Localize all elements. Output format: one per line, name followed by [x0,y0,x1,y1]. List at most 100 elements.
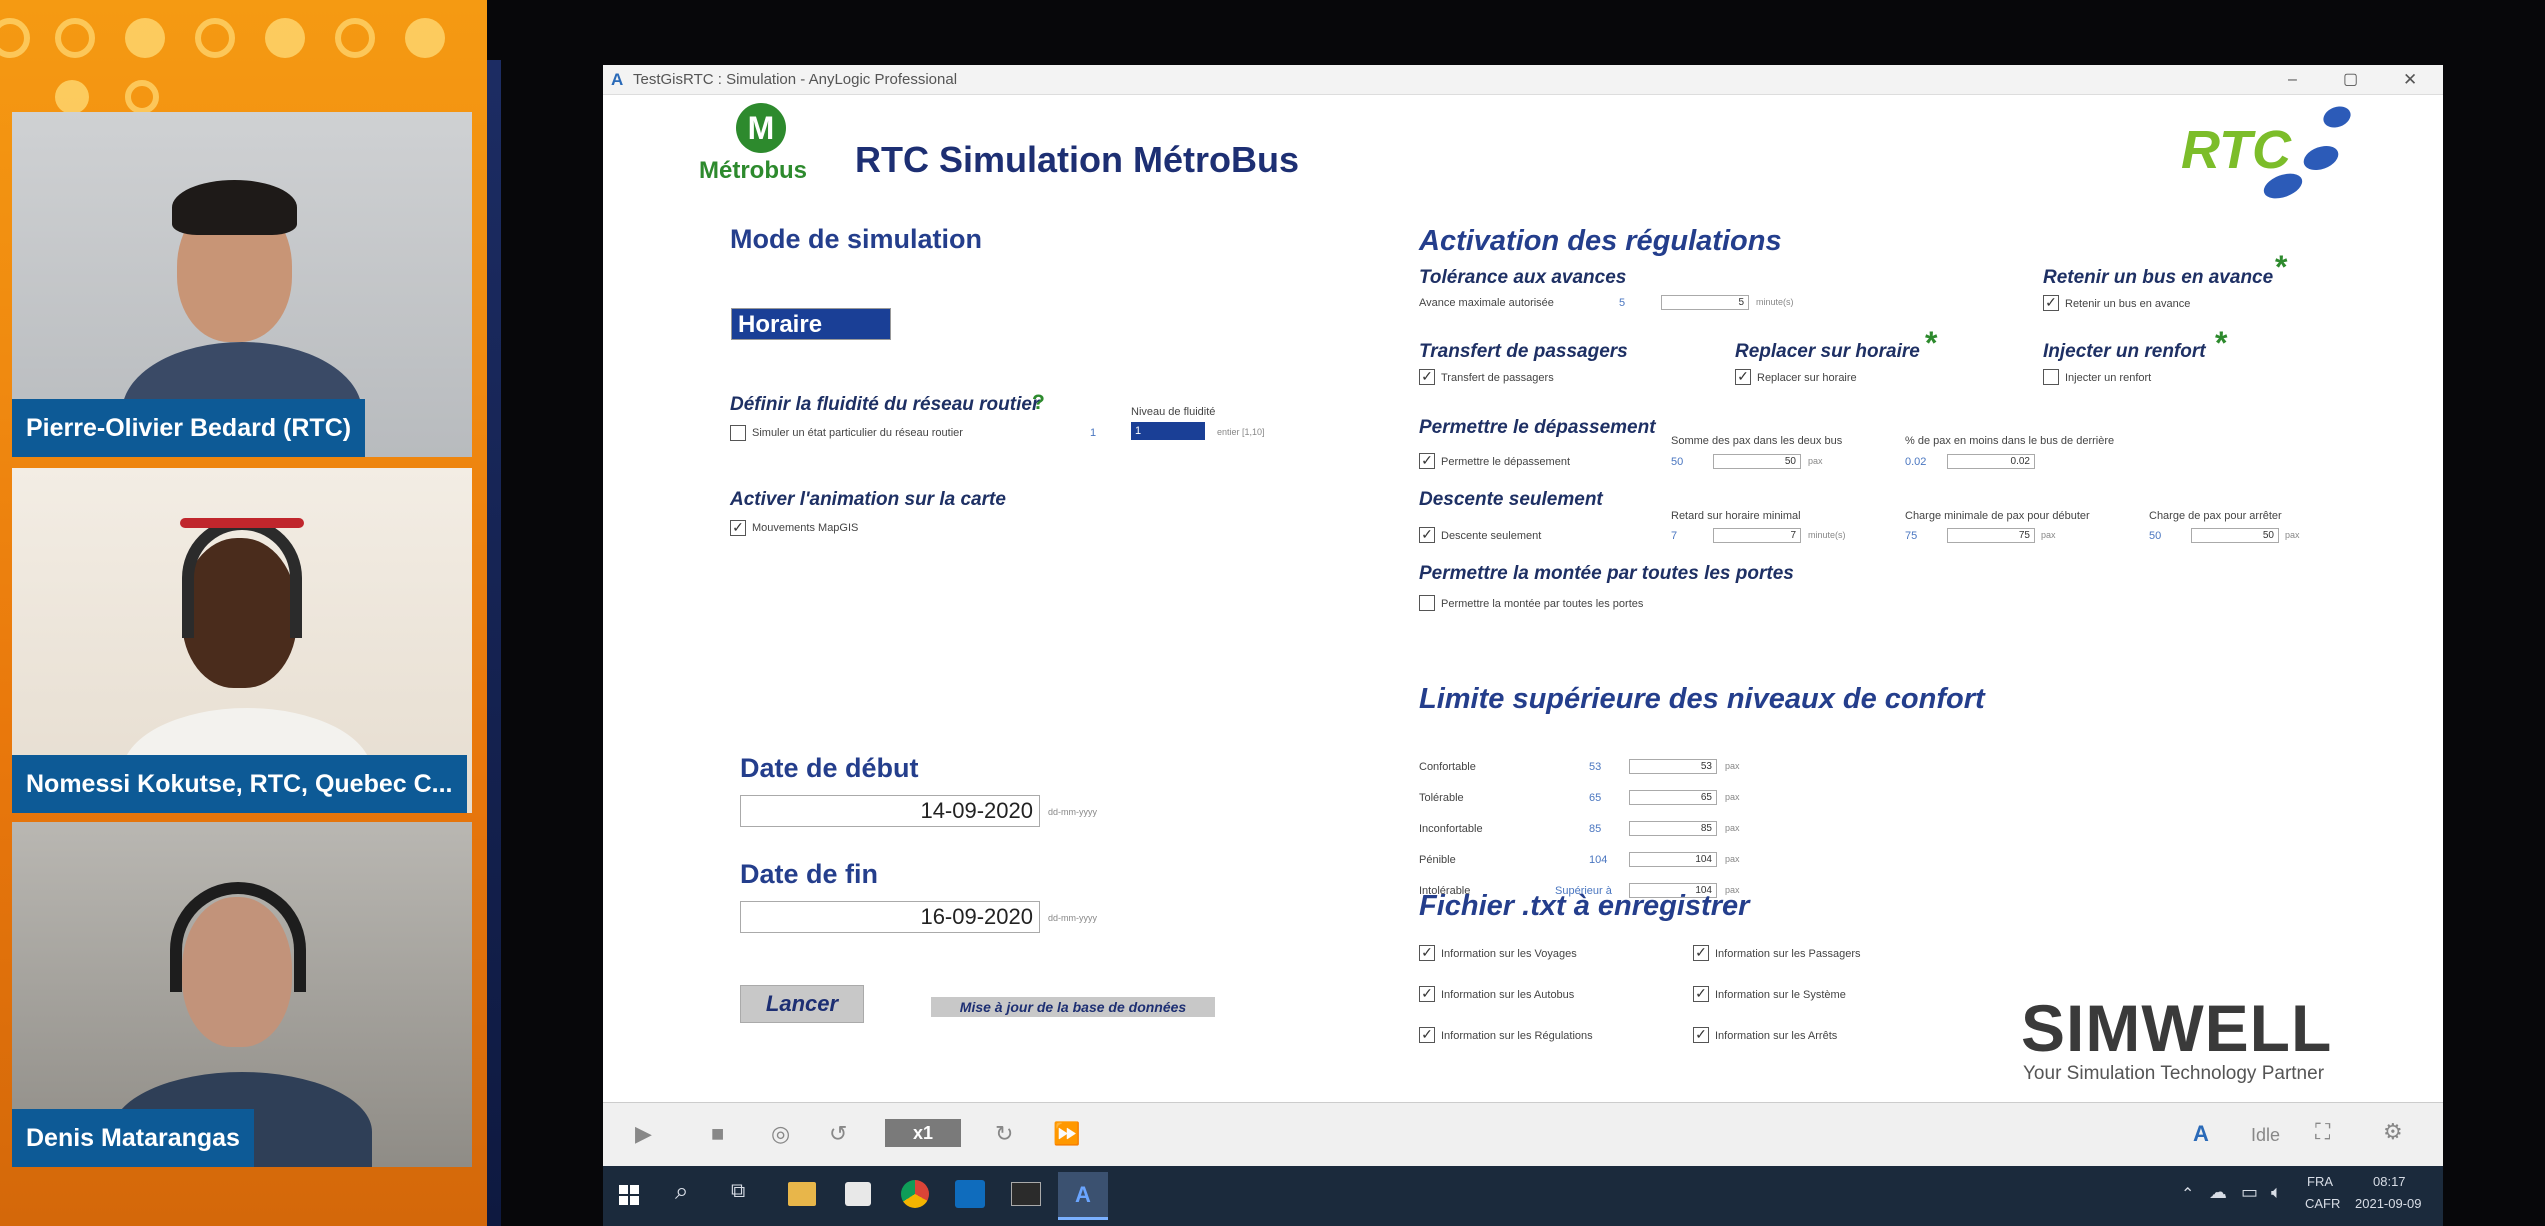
stop-icon[interactable]: ■ [711,1121,724,1147]
windows-start-icon[interactable] [619,1185,639,1205]
onedrive-icon[interactable]: ☁ [2209,1182,2227,1203]
participant-video-1[interactable]: Pierre-Olivier Bedard (RTC) [12,112,472,457]
transfer-checkbox[interactable]: ✓ [1419,369,1435,385]
anylogic-icon: A [2193,1121,2209,1146]
mode-select[interactable]: Horaire [731,308,891,340]
fluidity-level-label: Niveau de fluidité [1131,406,1216,418]
mode-title: Mode de simulation [730,224,983,254]
comfort-label: Tolérable [1419,792,1464,804]
overtake-sum-value: 50 [1671,456,1684,468]
update-db-button[interactable]: Mise à jour de la base de données [931,997,1215,1017]
participant-video-3[interactable]: Denis Matarangas [12,822,472,1167]
volume-icon[interactable]: 🔈︎ [2271,1182,2282,1203]
help-icon[interactable]: ? [1032,391,1045,415]
fluidity-title: Définir la fluidité du réseau routier [730,394,1040,415]
reinforce-checkbox[interactable] [2043,369,2059,385]
overtake-checkbox[interactable]: ✓ [1419,453,1435,469]
retain-title: Retenir un bus en avance [2043,267,2274,288]
comfort-input[interactable]: 85 [1629,821,1717,836]
launch-button[interactable]: Lancer [740,985,864,1023]
task-view-icon[interactable]: ⧉ [731,1180,745,1203]
step-icon[interactable]: ◎ [771,1121,790,1147]
fullscreen-icon[interactable]: ⛶ [2315,1119,2330,1145]
descent-min-input[interactable]: 75 [1947,528,2035,543]
speed-indicator[interactable]: x1 [885,1119,961,1147]
rtc-logo-ellipse [2320,102,2354,132]
comfort-value: 104 [1589,854,1608,866]
maximize-button[interactable]: ▢ [2343,65,2358,95]
descent-checkbox[interactable]: ✓ [1419,527,1435,543]
simulation-toolbar: ▶ ■ ◎ ↺ x1 ↻ ⏩ A Idle ⛶ ⚙ [603,1102,2443,1166]
terminal-icon[interactable] [1011,1182,1041,1206]
overtake-pct-input[interactable]: 0.02 [1947,454,2035,469]
comfort-input[interactable]: 104 [1629,852,1717,867]
language-top[interactable]: FRA [2307,1174,2333,1189]
retain-checkbox[interactable]: ✓ [2043,295,2059,311]
file-checkbox[interactable]: ✓ [1693,945,1709,961]
decor-dot [125,80,159,114]
speed-up-icon[interactable]: ↻ [995,1121,1013,1147]
file-checkbox[interactable]: ✓ [1693,986,1709,1002]
file-explorer-icon[interactable] [788,1182,816,1206]
tolerance-title: Tolérance aux avances [1419,267,1627,288]
search-icon[interactable]: ⌕ [675,1178,688,1206]
clock-time[interactable]: 08:17 [2373,1174,2406,1189]
file-checkbox[interactable]: ✓ [1419,986,1435,1002]
transfer-checkbox-label: Transfert de passagers [1441,372,1554,384]
file-checkbox-label: Information sur les Régulations [1441,1030,1593,1042]
animation-checkbox[interactable]: ✓ [730,520,746,536]
clock-date[interactable]: 2021-09-09 [2355,1196,2422,1211]
file-checkbox[interactable]: ✓ [1419,945,1435,961]
descent-delay-unit: minute(s) [1808,530,1846,540]
replace-checkbox[interactable]: ✓ [1735,369,1751,385]
start-date-input[interactable]: 14-09-2020 [740,795,1040,827]
descent-title: Descente seulement [1419,489,1603,510]
end-date-input[interactable]: 16-09-2020 [740,901,1040,933]
rtc-logo-text: RTC [2181,120,2292,180]
decor-dot [265,18,305,58]
chevron-up-icon[interactable]: ⌃ [2181,1184,2194,1204]
descent-delay-label: Retard sur horaire minimal [1671,510,1801,522]
fluidity-level-hint: entier [1,10] [1217,427,1265,437]
file-checkbox[interactable]: ✓ [1419,1027,1435,1043]
fluidity-checkbox[interactable] [730,425,746,441]
anylogic-taskbar-button[interactable]: A [1058,1172,1108,1220]
participant-hair [172,180,297,235]
descent-stop-unit: pax [2285,530,2300,540]
retain-checkbox-label: Retenir un bus en avance [2065,298,2191,310]
fluidity-level-input[interactable]: 1 [1131,422,1205,440]
file-checkbox[interactable]: ✓ [1693,1027,1709,1043]
file-checkbox-label: Information sur le Système [1715,989,1846,1001]
overtake-title: Permettre le dépassement [1419,417,1656,438]
decor-dot [335,18,375,58]
settings-icon[interactable]: ⚙ [2383,1119,2403,1145]
network-icon[interactable]: ▭ [2241,1182,2258,1203]
descent-stop-input[interactable]: 50 [2191,528,2279,543]
alldoors-checkbox[interactable] [1419,595,1435,611]
comfort-input[interactable]: 65 [1629,790,1717,805]
reinforce-star-icon: * [2215,325,2228,361]
slow-down-icon[interactable]: ↺ [829,1121,847,1147]
alldoors-checkbox-label: Permettre la montée par toutes les porte… [1441,598,1644,610]
comfort-input[interactable]: 53 [1629,759,1717,774]
comfort-unit: pax [1725,854,1740,864]
replace-star-icon: * [1925,325,1938,361]
play-icon[interactable]: ▶ [635,1121,652,1147]
outlook-icon[interactable] [955,1180,985,1208]
participant-video-2[interactable]: Nomessi Kokutse, RTC, Quebec C... [12,468,472,813]
fast-forward-icon[interactable]: ⏩ [1053,1121,1080,1147]
comfort-value: 53 [1589,761,1602,773]
store-icon[interactable] [845,1182,871,1206]
comfort-unit: pax [1725,792,1740,802]
descent-delay-input[interactable]: 7 [1713,528,1801,543]
minimize-button[interactable]: – [2288,65,2297,95]
descent-stop-label: Charge de pax pour arrêter [2149,510,2282,522]
comfort-label: Confortable [1419,761,1476,773]
start-date-format: dd-mm-yyyy [1048,807,1097,817]
language-bottom[interactable]: CAFR [2305,1196,2340,1211]
overtake-sum-input[interactable]: 50 [1713,454,1801,469]
close-button[interactable]: ✕ [2403,65,2417,95]
decor-dot [0,18,30,58]
chrome-icon[interactable] [901,1180,929,1208]
tolerance-input[interactable]: 5 [1661,295,1749,310]
